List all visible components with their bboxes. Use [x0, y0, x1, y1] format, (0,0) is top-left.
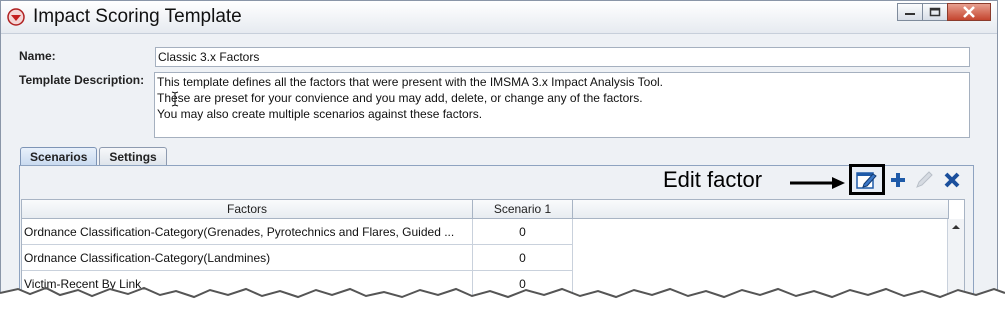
window-controls [897, 3, 991, 23]
text-cursor-icon [171, 91, 179, 107]
window-title: Impact Scoring Template [33, 6, 242, 27]
tab-settings[interactable]: Settings [99, 147, 167, 166]
tab-settings-label: Settings [109, 150, 157, 164]
column-header-scenario-1[interactable]: Scenario 1 [473, 200, 573, 219]
pencil-icon [916, 171, 933, 188]
scroll-up-icon[interactable] [949, 222, 963, 232]
description-line-3: You may also create multiple scenarios a… [157, 107, 483, 121]
description-line-2: These are preset for your convience and … [157, 91, 643, 105]
add-icon [891, 173, 905, 187]
torn-edge-decoration [0, 286, 1005, 327]
impact-scoring-template-window: Impact Scoring Template Name: Classic 3.… [0, 0, 998, 327]
scenario-1-cell[interactable]: 0 [473, 245, 573, 271]
column-header-empty [573, 200, 949, 219]
tab-strip: Scenarios Settings [20, 147, 169, 166]
delete-factor-button[interactable] [941, 168, 963, 192]
edit-factor-icon [856, 171, 877, 189]
close-icon[interactable] [947, 3, 991, 21]
tab-scenarios[interactable]: Scenarios [20, 147, 98, 166]
delete-icon [944, 172, 960, 188]
column-header-factors[interactable]: Factors [22, 200, 473, 219]
template-description-label: Template Description: [19, 73, 145, 87]
scenario-1-cell[interactable]: 0 [473, 219, 573, 245]
tab-scenarios-label: Scenarios [30, 150, 88, 164]
minimize-icon[interactable] [897, 3, 923, 21]
template-description-textarea[interactable]: This template defines all the factors th… [154, 72, 970, 138]
edit-factor-button[interactable] [849, 164, 885, 195]
name-input[interactable]: Classic 3.x Factors [155, 47, 970, 67]
rename-factor-button[interactable] [913, 168, 935, 192]
name-label: Name: [19, 49, 56, 63]
add-factor-button[interactable] [887, 168, 909, 192]
edit-factor-annotation: Edit factor [663, 167, 763, 192]
title-bar[interactable]: Impact Scoring Template [1, 1, 997, 34]
factor-cell[interactable]: Ordnance Classification-Category(Grenade… [22, 219, 473, 245]
annotation-arrow-icon [790, 177, 845, 189]
description-line-1: This template defines all the factors th… [157, 75, 664, 89]
app-icon [7, 8, 25, 26]
maximize-icon[interactable] [922, 3, 948, 21]
factor-cell[interactable]: Ordnance Classification-Category(Landmin… [22, 245, 473, 271]
